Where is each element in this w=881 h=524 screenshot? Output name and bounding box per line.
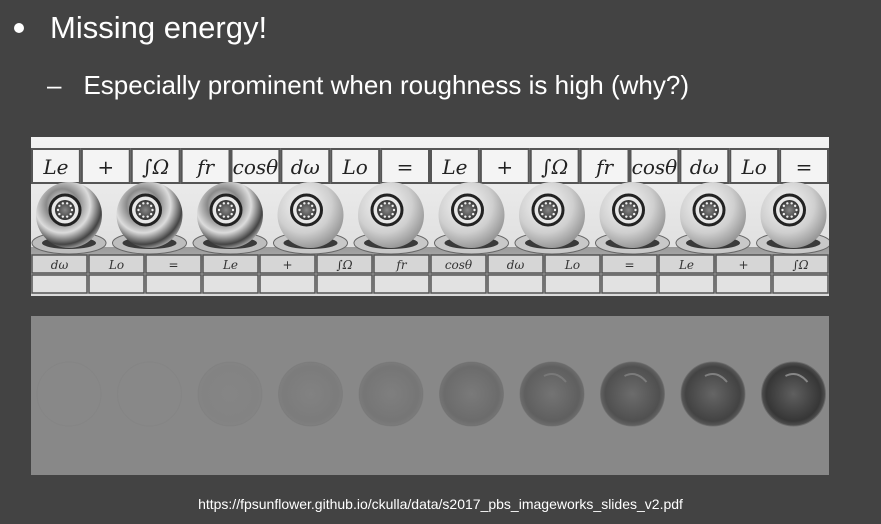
- svg-text:=: =: [397, 155, 414, 179]
- svg-text:Lo: Lo: [564, 258, 580, 272]
- energy-loss-sphere: [680, 361, 746, 427]
- svg-text:Le: Le: [678, 258, 694, 272]
- svg-text:Lo: Lo: [342, 155, 368, 179]
- energy-loss-sphere: [761, 361, 826, 427]
- sub-bullet-marker: –: [47, 70, 62, 100]
- formula-tile-top: Lo: [330, 148, 381, 184]
- svg-text:=: =: [796, 155, 813, 179]
- formula-tile-top: =: [380, 148, 430, 184]
- formula-tile-top: =: [779, 148, 829, 184]
- svg-text:dω: dω: [291, 155, 320, 179]
- svg-text:Le: Le: [222, 258, 238, 272]
- formula-tile-top: fr: [579, 148, 630, 184]
- svg-text:+: +: [738, 258, 748, 272]
- energy-loss-sphere: [197, 361, 263, 427]
- furnace-render-svg: Le + ∫Ω fr cosθ dω Lo = Le + ∫Ω fr cosθ dω Lo = dω Lo = Le…: [31, 137, 829, 296]
- main-bullet-text: Missing energy!: [50, 10, 268, 45]
- bullet-dot-icon: [14, 23, 24, 33]
- svg-text:+: +: [282, 258, 292, 272]
- formula-tile-top: Le: [430, 148, 480, 184]
- svg-text:=: =: [624, 258, 634, 272]
- svg-text:∫Ω: ∫Ω: [541, 155, 568, 179]
- svg-text:dω: dω: [51, 258, 69, 272]
- formula-tile-top: +: [80, 148, 131, 184]
- energy-loss-sphere: [439, 361, 504, 427]
- formula-tile-top: fr: [180, 148, 231, 184]
- energy-loss-sphere: [358, 361, 424, 427]
- energy-loss-svg: [31, 316, 829, 475]
- svg-text:∫Ω: ∫Ω: [142, 155, 169, 179]
- svg-text:∫Ω: ∫Ω: [792, 258, 808, 272]
- svg-text:∫Ω: ∫Ω: [336, 258, 352, 272]
- svg-text:fr: fr: [594, 155, 614, 179]
- svg-text:+: +: [496, 155, 513, 179]
- main-bullet: Missing energy!: [10, 10, 267, 46]
- formula-tile-top: dω: [679, 148, 730, 184]
- svg-text:dω: dω: [507, 258, 525, 272]
- source-url: https://fpsunflower.github.io/ckulla/dat…: [198, 496, 683, 512]
- formula-tile-top: cosθ: [629, 148, 680, 184]
- svg-text:fr: fr: [195, 155, 215, 179]
- svg-text:+: +: [97, 155, 114, 179]
- sub-bullet: – Especially prominent when roughness is…: [47, 70, 689, 101]
- svg-text:cosθ: cosθ: [632, 155, 678, 179]
- formula-tile-top: Le: [31, 148, 81, 184]
- svg-text:cosθ: cosθ: [233, 155, 279, 179]
- formula-tile-top: cosθ: [230, 148, 281, 184]
- energy-loss-image: [31, 316, 829, 475]
- svg-text:cosθ: cosθ: [445, 258, 473, 272]
- svg-text:dω: dω: [690, 155, 719, 179]
- svg-text:Lo: Lo: [108, 258, 124, 272]
- energy-loss-sphere: [519, 361, 585, 427]
- energy-loss-sphere: [600, 361, 665, 427]
- svg-text:Lo: Lo: [741, 155, 767, 179]
- furnace-render-image: Le + ∫Ω fr cosθ dω Lo = Le + ∫Ω fr cosθ dω Lo = dω Lo = Le…: [31, 137, 829, 296]
- formula-tile-top: +: [479, 148, 530, 184]
- svg-text:fr: fr: [395, 258, 407, 272]
- formula-tile-top: Lo: [729, 148, 780, 184]
- formula-tile-top: dω: [280, 148, 331, 184]
- formula-tile-top: ∫Ω: [529, 148, 580, 184]
- energy-loss-sphere: [117, 361, 182, 427]
- sub-bullet-text: Especially prominent when roughness is h…: [83, 70, 689, 100]
- formula-tile-top: ∫Ω: [130, 148, 181, 184]
- energy-loss-sphere: [278, 361, 343, 427]
- svg-text:Le: Le: [42, 155, 68, 179]
- svg-text:Le: Le: [441, 155, 467, 179]
- svg-text:=: =: [168, 258, 178, 272]
- energy-loss-sphere: [36, 361, 102, 427]
